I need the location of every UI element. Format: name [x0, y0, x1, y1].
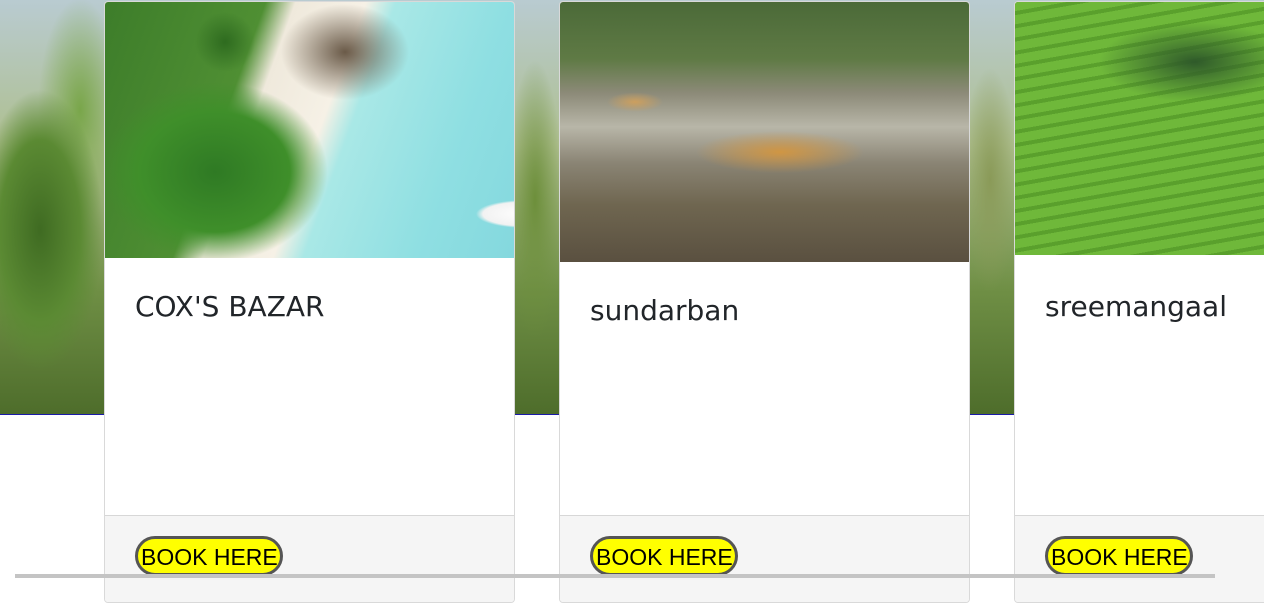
destination-card-sundarban: sundarban BOOK HERE: [559, 1, 970, 603]
book-here-button[interactable]: BOOK HERE: [590, 536, 738, 576]
destination-card-coxs-bazar: COX'S BAZAR BOOK HERE: [104, 1, 515, 603]
sundarban-image: [560, 2, 969, 262]
card-footer: BOOK HERE: [105, 515, 514, 602]
card-title: COX'S BAZAR: [135, 290, 325, 323]
book-here-button[interactable]: BOOK HERE: [1045, 536, 1193, 576]
card-footer: BOOK HERE: [1015, 515, 1264, 602]
horizontal-scrollbar[interactable]: [15, 574, 1215, 578]
coxs-bazar-image: [105, 2, 514, 258]
card-footer: BOOK HERE: [560, 515, 969, 602]
card-title: sreemangaal: [1045, 290, 1227, 323]
destination-card-sreemangaal: sreemangaal BOOK HERE: [1014, 1, 1264, 603]
book-here-button[interactable]: BOOK HERE: [135, 536, 283, 576]
sreemangaal-image: [1015, 2, 1264, 255]
card-title: sundarban: [590, 294, 740, 327]
